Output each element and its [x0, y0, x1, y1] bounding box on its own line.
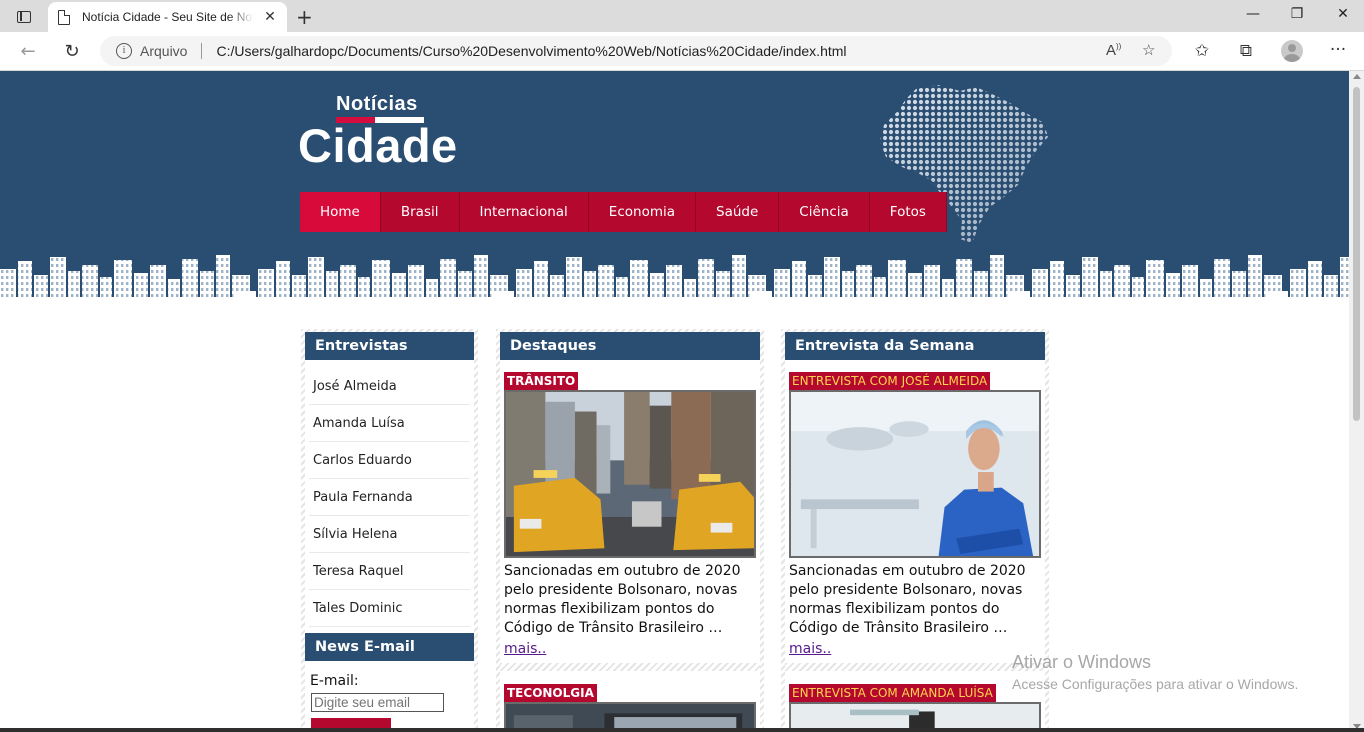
favorites-icon[interactable]: ✩ — [1190, 41, 1214, 61]
city-skyline — [0, 255, 1349, 301]
story-tag: ENTREVISTA COM JOSÉ ALMEIDA — [789, 372, 991, 390]
story-summary: Sancionadas em outubro de 2020 pelo pres… — [789, 563, 1026, 636]
interviews-column: Entrevistas José Almeida Amanda Luísa Ca… — [301, 329, 478, 732]
interview-link-tales-dominic[interactable]: Tales Dominic — [309, 590, 470, 627]
interview-story: ENTREVISTA COM JOSÉ ALMEIDA Sancionadas … — [785, 360, 1045, 671]
menu-item-ciencia[interactable]: Ciência — [779, 192, 870, 232]
read-more-link[interactable]: mais.. — [504, 641, 546, 657]
menu-item-fotos[interactable]: Fotos — [870, 192, 947, 232]
read-more-link[interactable]: mais.. — [789, 641, 831, 657]
interview-link-teresa-raquel[interactable]: Teresa Raquel — [309, 553, 470, 590]
close-window-button[interactable]: ✕ — [1328, 6, 1358, 22]
collections-icon[interactable]: ⧉ — [1234, 41, 1258, 61]
logo-top-text: Notícias — [336, 93, 418, 115]
activation-watermark-title: Ativar o Windows — [1012, 652, 1152, 672]
story-summary: Sancionadas em outubro de 2020 pelo pres… — [504, 563, 741, 636]
address-bar: ← ↻ i Arquivo C:/Users/galhardopc/Docume… — [0, 32, 1364, 71]
browser-tab[interactable]: Notícia Cidade - Seu Site de Notícias ✕ — [48, 2, 287, 32]
new-tab-button[interactable]: + — [296, 5, 313, 29]
story-tag: TRÂNSITO — [504, 372, 579, 390]
doctor-photo[interactable] — [789, 390, 1041, 558]
interview-link-jose-almeida[interactable]: José Almeida — [309, 368, 470, 405]
interview-story: ENTREVISTA COM AMANDA LUÍSA — [785, 671, 1045, 732]
interview-link-silvia-helena[interactable]: Sílvia Helena — [309, 516, 470, 553]
story-divider — [785, 663, 1045, 671]
more-icon[interactable]: ··· — [1326, 40, 1350, 60]
activation-watermark-text: Acesse Configurações para ativar o Windo… — [1012, 676, 1299, 692]
email-label: E-mail: — [310, 673, 359, 689]
add-favorite-icon[interactable]: ☆ — [1142, 41, 1155, 59]
menu-item-economia[interactable]: Economia — [589, 192, 696, 232]
highlight-story: TECONOLGIA — [500, 671, 760, 732]
story-tag: TECONOLGIA — [504, 684, 597, 702]
minimize-button[interactable]: — — [1238, 6, 1268, 22]
highlights-title: Destaques — [500, 332, 760, 360]
interview-week-column: Entrevista da Semana ENTREVISTA COM JOSÉ… — [781, 329, 1049, 732]
highlight-story: TRÂNSITO Sancionadas em outubro de 2020 … — [500, 360, 760, 671]
url-separator — [201, 43, 203, 59]
email-input[interactable] — [311, 693, 444, 712]
interviews-title: Entrevistas — [305, 332, 474, 360]
tab-bar: Notícia Cidade - Seu Site de Notícias ✕ … — [0, 0, 1364, 32]
newsletter-title: News E-mail — [305, 633, 474, 661]
interview-link-paula-fernanda[interactable]: Paula Fernanda — [309, 479, 470, 516]
main-menu: Home Brasil Internacional Economia Saúde… — [300, 192, 947, 232]
menu-item-brasil[interactable]: Brasil — [381, 192, 460, 232]
close-tab-icon[interactable]: ✕ — [261, 9, 279, 25]
tab-title: Notícia Cidade - Seu Site de Notícias — [82, 10, 254, 24]
sidebar-toggle-icon[interactable] — [10, 6, 38, 28]
traffic-photo[interactable] — [504, 390, 756, 558]
interview-week-title: Entrevista da Semana — [785, 332, 1045, 360]
scroll-up-icon[interactable] — [1353, 74, 1361, 79]
menu-item-internacional[interactable]: Internacional — [460, 192, 589, 232]
read-aloud-icon[interactable]: A)) — [1106, 42, 1121, 59]
page-scrollbar[interactable] — [1349, 71, 1364, 732]
interview-link-amanda-luisa[interactable]: Amanda Luísa — [309, 405, 470, 442]
menu-item-home[interactable]: Home — [300, 192, 381, 232]
url-text[interactable]: C:/Users/galhardopc/Documents/Curso%20De… — [216, 43, 846, 59]
page-viewport: Notícias Cidade Home Brasil Internaciona… — [0, 71, 1349, 732]
story-divider — [500, 663, 760, 671]
reload-icon[interactable]: ↻ — [60, 41, 84, 62]
maximize-button[interactable]: ❐ — [1282, 6, 1312, 22]
protocol-label: Arquivo — [140, 43, 188, 59]
logo-bottom-text: Cidade — [298, 119, 458, 172]
menu-item-saude[interactable]: Saúde — [696, 192, 780, 232]
scrollbar-thumb[interactable] — [1353, 87, 1360, 421]
story-tag: ENTREVISTA COM AMANDA LUÍSA — [789, 684, 996, 702]
file-icon — [58, 9, 70, 25]
interviews-list: José Almeida Amanda Luísa Carlos Eduardo… — [305, 360, 474, 627]
back-icon[interactable]: ← — [16, 41, 40, 62]
taskbar-edge — [0, 728, 1364, 732]
url-field[interactable]: i Arquivo C:/Users/galhardopc/Documents/… — [100, 36, 1172, 66]
highlights-column: Destaques TRÂNSITO Sancionadas em outubr… — [496, 329, 764, 732]
info-icon[interactable]: i — [116, 43, 132, 59]
profile-icon[interactable] — [1281, 40, 1303, 62]
site-header: Notícias Cidade Home Brasil Internaciona… — [0, 71, 1349, 301]
interview-link-carlos-eduardo[interactable]: Carlos Eduardo — [309, 442, 470, 479]
